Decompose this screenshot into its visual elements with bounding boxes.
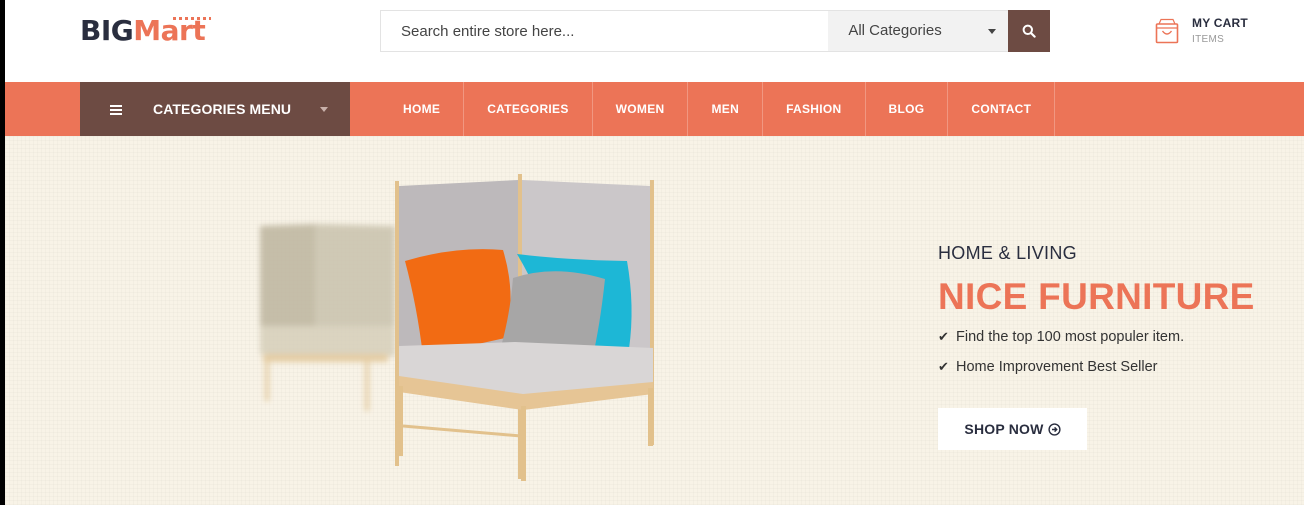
search-bar: All Categories	[380, 10, 1051, 52]
hero-feature: ✔ Find the top 100 most populer item.	[938, 329, 1184, 345]
check-icon: ✔	[938, 359, 949, 374]
nav-links: HOME CATEGORIES WOMEN MEN FASHION BLOG C…	[380, 82, 1056, 136]
hero-slider: HOME & LIVING NICE FURNITURE ✔ Find the …	[5, 136, 1304, 505]
arrow-circle-right-icon	[1047, 422, 1061, 436]
shop-now-label: SHOP NOW	[964, 421, 1044, 437]
logo-dots	[173, 17, 211, 20]
nav-link-contact[interactable]: CONTACT	[948, 82, 1056, 136]
category-select[interactable]: All Categories	[828, 11, 1009, 51]
chevron-down-icon	[320, 107, 328, 112]
categories-menu-label: CATEGORIES MENU	[153, 101, 292, 117]
shop-now-button[interactable]: SHOP NOW	[938, 408, 1087, 450]
categories-menu-button[interactable]: CATEGORIES MENU	[80, 82, 350, 136]
hero-content: HOME & LIVING NICE FURNITURE ✔ Find the …	[938, 136, 1298, 505]
nav-link-men[interactable]: MEN	[688, 82, 764, 136]
search-input[interactable]	[381, 11, 829, 51]
cart-widget[interactable]: MY CART ITEMS	[1155, 16, 1275, 50]
chevron-down-icon	[988, 29, 997, 34]
site-logo[interactable]: BIGMart	[80, 14, 211, 48]
main-navbar: CATEGORIES MENU HOME CATEGORIES WOMEN ME…	[5, 82, 1304, 136]
nav-link-blog[interactable]: BLOG	[866, 82, 949, 136]
nav-link-women[interactable]: WOMEN	[593, 82, 689, 136]
menu-icon	[110, 105, 122, 115]
hero-kicker: HOME & LIVING	[938, 243, 1077, 263]
nav-link-home[interactable]: HOME	[380, 82, 465, 136]
search-button[interactable]	[1008, 10, 1051, 52]
hero-feature-text: Home Improvement Best Seller	[956, 359, 1158, 375]
site-header: BIGMart All Categories MY CART ITEMS	[5, 0, 1304, 82]
cart-title: MY CART	[1192, 16, 1248, 30]
nav-link-fashion[interactable]: FASHION	[763, 82, 866, 136]
check-icon: ✔	[938, 329, 949, 344]
hero-feature-text: Find the top 100 most populer item.	[956, 329, 1185, 345]
hero-headline: NICE FURNITURE	[938, 276, 1255, 317]
hero-feature: ✔ Home Improvement Best Seller	[938, 359, 1157, 375]
logo-text-big: BIG	[80, 14, 134, 47]
category-select-value: All Categories	[848, 22, 942, 39]
search-icon	[1022, 24, 1036, 38]
furniture-chair-image	[260, 174, 654, 481]
cart-bag-icon	[1155, 18, 1179, 44]
nav-link-categories[interactable]: CATEGORIES	[464, 82, 593, 136]
cart-subtitle: ITEMS	[1192, 34, 1225, 45]
